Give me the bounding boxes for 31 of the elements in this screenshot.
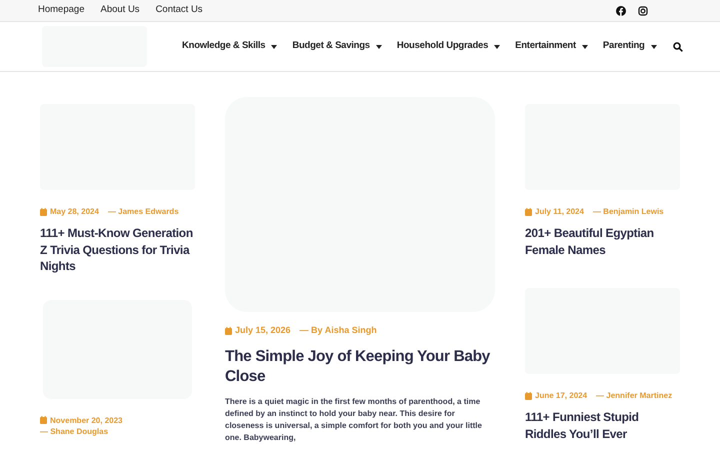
top-link[interactable]: About Us [100,3,140,18]
top-link[interactable]: Contact Us [156,3,203,18]
post-title[interactable]: 111+ Must-Know Generation Z Trivia Questions for Trivia Nights [40,225,195,274]
top-link[interactable]: Homepage [38,3,84,18]
calendar-icon [225,326,232,335]
post-date: May 28, 2024 [40,206,99,217]
calendar-icon [525,392,532,400]
nav-menu-item[interactable]: Knowledge & Skills [182,39,278,54]
search-icon[interactable] [673,42,683,52]
facebook-icon[interactable] [616,6,626,16]
caret-icon [582,44,588,48]
post-date: July 11, 2024 [525,206,584,217]
calendar-icon [525,208,532,216]
post-title[interactable]: The Simple Joy of Keeping Your Baby Close [225,346,495,386]
post-title[interactable]: 201+ Beautiful Egyptian Female Names [525,225,680,258]
instagram-icon[interactable] [638,6,648,16]
post-excerpt: There is a quiet magic in the first few months of parenthood, a time defined by an instinct to hold your baby near. This desire for closeness is universal, a simple comfort for both you and your little one. Babywearing, [225,396,483,444]
nav-menu-item[interactable]: Entertainment [515,39,588,54]
calendar-icon [40,208,47,216]
calendar-icon [40,416,47,424]
caret-icon [650,44,657,48]
post-title[interactable]: 111+ Funniest Stupid Riddles You’ll Ever [525,409,680,442]
post-date: June 17, 2024 [525,390,588,401]
nav-menu-item[interactable]: Budget & Savings [292,39,382,54]
post-date: November 20, 2023 [40,414,122,426]
nav-menu-item[interactable]: Parenting [602,39,657,54]
caret-icon [271,44,278,48]
post-date: July 15, 2026 [225,324,291,338]
nav-menu-item[interactable]: Household Upgrades [396,39,500,54]
caret-icon [494,44,500,48]
caret-icon [376,44,382,48]
